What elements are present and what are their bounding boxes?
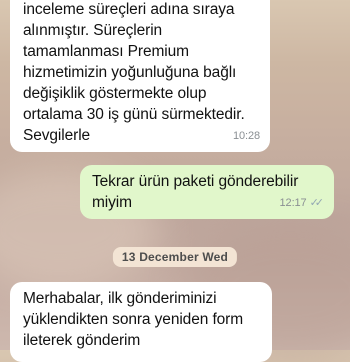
message-text: Merhabalar, ilk gönderiminizi yüklendikt… (23, 290, 244, 349)
message-meta: 12:17 ✓✓ (279, 193, 325, 214)
message-text: inceleme süreçleri adına sıraya alınmışt… (23, 1, 245, 144)
message-meta: 10:28 (233, 126, 260, 147)
message-bubble-incoming[interactable]: inceleme süreçleri adına sıraya alınmışt… (10, 0, 270, 152)
date-separator: 13 December Wed (112, 247, 238, 267)
message-bubble-outgoing[interactable]: Tekrar ürün paketi gönderebilir miyim 12… (80, 165, 334, 219)
message-bubble-incoming[interactable]: Merhabalar, ilk gönderiminizi yüklendikt… (10, 282, 272, 362)
double-check-icon: ✓✓ (309, 197, 325, 209)
message-time: 10:28 (232, 130, 260, 142)
message-time: 12:17 (279, 197, 307, 209)
